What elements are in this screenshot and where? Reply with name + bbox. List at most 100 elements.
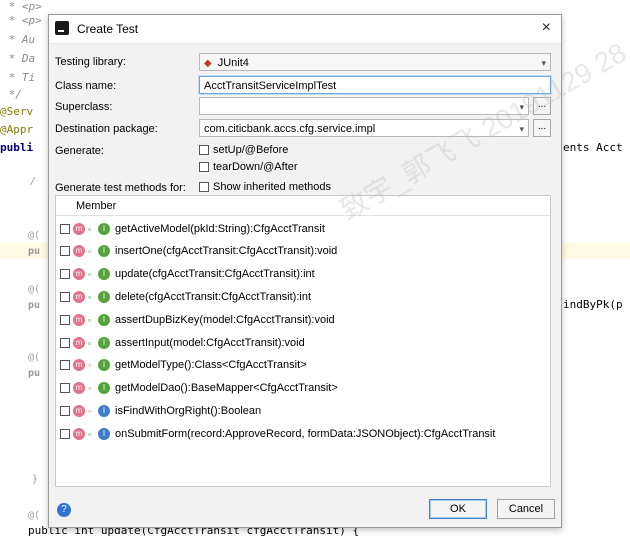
implements-method-icon: I bbox=[98, 337, 110, 350]
package-browse-button[interactable]: ... bbox=[533, 119, 551, 137]
chevron-down-icon: ▾ bbox=[519, 124, 524, 134]
method-icon: m bbox=[73, 223, 85, 236]
implements-method-icon: I bbox=[98, 291, 110, 304]
code-fragment: @( bbox=[28, 284, 41, 295]
dialog-titlebar[interactable]: Create Test × bbox=[49, 15, 561, 44]
implements-method-icon: I bbox=[98, 359, 110, 372]
member-row[interactable]: m ▫ IinsertOne(cfgAcctTransit:CfgAcctTrans… bbox=[60, 242, 337, 260]
teardown-checkbox[interactable] bbox=[199, 162, 209, 173]
protected-visibility-icon: ◦ bbox=[88, 383, 92, 394]
member-signature: update(cfgAcctTransit:CfgAcctTransit):in… bbox=[115, 268, 315, 280]
code-fragment: pu bbox=[28, 368, 41, 379]
member-row[interactable]: m ▫ IassertDupBizKey(model:CfgAcctTransit)… bbox=[60, 311, 335, 329]
code-fragment: @( bbox=[28, 352, 41, 363]
implements-method-icon: I bbox=[98, 223, 110, 236]
setup-checkbox-row[interactable]: setUp/@Before bbox=[199, 144, 288, 156]
method-icon: m bbox=[73, 337, 85, 350]
member-signature: onSubmitForm(record:ApproveRecord, formD… bbox=[115, 428, 496, 440]
member-row[interactable]: m ◦ IgetModelDao():BaseMapper<CfgAcctTrans… bbox=[60, 379, 338, 397]
cancel-button[interactable]: Cancel bbox=[497, 499, 555, 519]
code-fragment: pu bbox=[28, 300, 41, 311]
implements-method-icon: I bbox=[98, 245, 110, 258]
method-icon: m bbox=[73, 314, 85, 327]
setup-checkbox[interactable] bbox=[199, 145, 209, 156]
testing-library-label: Testing library: bbox=[55, 56, 126, 68]
chevron-down-icon: ▾ bbox=[519, 102, 524, 112]
overrides-method-icon: I bbox=[98, 428, 110, 441]
code-line: * Au bbox=[2, 33, 36, 46]
member-signature: assertDupBizKey(model:CfgAcctTransit):vo… bbox=[115, 314, 335, 326]
method-icon: m bbox=[73, 359, 85, 372]
member-checkbox[interactable] bbox=[60, 429, 70, 440]
member-row[interactable]: m ▫ IgetActiveModel(pkId:String):CfgAcctTr… bbox=[60, 220, 325, 238]
superclass-browse-button[interactable]: ... bbox=[533, 97, 551, 115]
public-visibility-icon: ▫ bbox=[88, 338, 92, 349]
public-visibility-icon: ▫ bbox=[88, 269, 92, 280]
code-line: publi bbox=[0, 141, 34, 154]
teardown-checkbox-row[interactable]: tearDown/@After bbox=[199, 161, 298, 173]
implements-method-icon: I bbox=[98, 382, 110, 395]
method-icon: m bbox=[73, 405, 85, 418]
method-icon: m bbox=[73, 428, 85, 441]
superclass-input[interactable]: ▾ bbox=[199, 97, 529, 115]
intellij-app-icon bbox=[55, 21, 69, 35]
close-button[interactable]: × bbox=[542, 19, 551, 37]
member-signature: getModelDao():BaseMapper<CfgAcctTransit> bbox=[115, 382, 338, 394]
member-list[interactable]: Member m ▫ IgetActiveModel(pkId:String):Cf… bbox=[55, 195, 551, 487]
method-icon: m bbox=[73, 245, 85, 258]
help-icon[interactable]: ? bbox=[57, 503, 71, 517]
testing-library-select[interactable]: ◆ JUnit4 ▾ bbox=[199, 53, 551, 71]
chevron-down-icon: ▾ bbox=[541, 58, 546, 68]
member-signature: delete(cfgAcctTransit:CfgAcctTransit):in… bbox=[115, 291, 312, 303]
code-fragment: @( bbox=[28, 510, 41, 521]
code-line: * <p> bbox=[2, 14, 42, 27]
create-test-dialog: Create Test × Testing library: ◆ JUnit4 ▾… bbox=[48, 14, 562, 528]
member-signature: assertInput(model:CfgAcctTransit):void bbox=[115, 337, 305, 349]
setup-label: setUp/@Before bbox=[213, 144, 289, 156]
ok-button[interactable]: OK bbox=[429, 499, 487, 519]
protected-visibility-icon: ◦ bbox=[88, 406, 92, 417]
public-visibility-icon: ▫ bbox=[88, 224, 92, 235]
member-checkbox[interactable] bbox=[60, 246, 70, 257]
member-row[interactable]: m ◦ IgetModelType():Class<CfgAcctTransit> bbox=[60, 356, 307, 374]
testing-library-value: JUnit4 bbox=[217, 57, 249, 69]
member-row[interactable]: m ▫ Idelete(cfgAcctTransit:CfgAcctTransit)… bbox=[60, 288, 311, 306]
code-line: * <p> bbox=[2, 0, 42, 13]
show-inherited-row[interactable]: Show inherited methods bbox=[199, 181, 331, 193]
member-checkbox[interactable] bbox=[60, 315, 70, 326]
method-icon: m bbox=[73, 291, 85, 304]
generate-label: Generate: bbox=[55, 145, 104, 157]
member-row[interactable]: m ▫ IassertInput(model:CfgAcctTransit):voi… bbox=[60, 334, 305, 352]
public-visibility-icon: ▫ bbox=[88, 246, 92, 257]
member-checkbox[interactable] bbox=[60, 269, 70, 280]
member-row[interactable]: m ▫ IonSubmitForm(record:ApproveRecord, fo… bbox=[60, 425, 495, 443]
member-signature: getActiveModel(pkId:String):CfgAcctTrans… bbox=[115, 223, 325, 235]
generate-methods-label: Generate test methods for: bbox=[55, 182, 186, 194]
method-icon: m bbox=[73, 382, 85, 395]
member-checkbox[interactable] bbox=[60, 360, 70, 371]
class-name-input[interactable]: AcctTransitServiceImplTest bbox=[199, 76, 551, 94]
code-fragment: / bbox=[30, 176, 37, 187]
dialog-title: Create Test bbox=[77, 22, 139, 36]
code-line: @Appr bbox=[0, 123, 34, 136]
code-line: */ bbox=[2, 88, 22, 101]
code-fragment: ents Acct bbox=[563, 141, 623, 154]
code-fragment: pu bbox=[28, 246, 41, 257]
implements-method-icon: I bbox=[98, 314, 110, 327]
member-signature: insertOne(cfgAcctTransit:CfgAcctTransit)… bbox=[115, 245, 338, 257]
member-checkbox[interactable] bbox=[60, 406, 70, 417]
member-column-header: Member bbox=[56, 196, 550, 216]
show-inherited-checkbox[interactable] bbox=[199, 182, 209, 193]
destination-package-label: Destination package: bbox=[55, 123, 158, 135]
member-checkbox[interactable] bbox=[60, 224, 70, 235]
show-inherited-label: Show inherited methods bbox=[213, 181, 332, 193]
superclass-label: Superclass: bbox=[55, 101, 113, 113]
public-visibility-icon: ▫ bbox=[88, 315, 92, 326]
member-checkbox[interactable] bbox=[60, 383, 70, 394]
destination-package-input[interactable]: com.citicbank.accs.cfg.service.impl ▾ bbox=[199, 119, 529, 137]
member-row[interactable]: m ▫ Iupdate(cfgAcctTransit:CfgAcctTransit)… bbox=[60, 265, 315, 283]
member-checkbox[interactable] bbox=[60, 338, 70, 349]
member-signature: isFindWithOrgRight():Boolean bbox=[115, 405, 262, 417]
member-row[interactable]: m ◦ IisFindWithOrgRight():Boolean bbox=[60, 402, 261, 420]
member-checkbox[interactable] bbox=[60, 292, 70, 303]
